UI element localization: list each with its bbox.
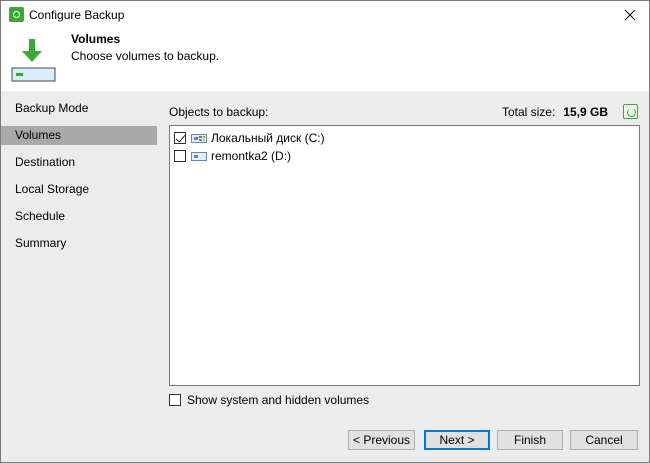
- system-drive-icon: [191, 133, 207, 143]
- drive-icon: [191, 151, 207, 161]
- title-bar: Configure Backup: [1, 1, 649, 28]
- total-size-label: Total size:: [501, 105, 556, 119]
- volumes-list[interactable]: Локальный диск (C:) remontka2 (D:): [169, 125, 640, 386]
- wizard-footer: < Previous Next > Finish Cancel: [1, 416, 649, 462]
- close-button[interactable]: [615, 1, 645, 28]
- sidebar-item-summary[interactable]: Summary: [1, 234, 157, 253]
- window-title: Configure Backup: [29, 8, 125, 22]
- header-subtitle: Choose volumes to backup.: [71, 49, 220, 63]
- sidebar-item-label: Backup Mode: [15, 101, 89, 115]
- sidebar-item-local-storage[interactable]: Local Storage: [1, 180, 157, 199]
- sidebar-item-label: Local Storage: [15, 182, 90, 196]
- sidebar-item-label: Schedule: [15, 209, 66, 223]
- sidebar-item-label: Summary: [15, 236, 67, 250]
- wizard-header: Volumes Choose volumes to backup.: [1, 28, 649, 91]
- finish-button[interactable]: Finish: [497, 430, 563, 450]
- volume-label: Локальный диск (C:): [211, 131, 325, 145]
- sidebar-item-backup-mode[interactable]: Backup Mode: [1, 99, 157, 118]
- volume-label: remontka2 (D:): [211, 149, 292, 163]
- wizard-steps-sidebar: Backup Mode Volumes Destination Local St…: [1, 91, 157, 416]
- next-button[interactable]: Next >: [424, 430, 490, 450]
- show-hidden-volumes-option[interactable]: Show system and hidden volumes: [169, 393, 369, 407]
- app-icon: [9, 7, 24, 22]
- volumes-panel: Objects to backup: Total size: 15,9 GB Ло…: [169, 91, 640, 416]
- previous-button[interactable]: < Previous: [348, 430, 415, 450]
- sidebar-item-schedule[interactable]: Schedule: [1, 207, 157, 226]
- backup-to-disk-icon: [11, 39, 56, 82]
- list-item[interactable]: remontka2 (D:): [174, 148, 291, 164]
- sidebar-item-label: Volumes: [15, 128, 62, 142]
- sidebar-item-volumes[interactable]: Volumes: [1, 126, 157, 145]
- close-icon: [624, 9, 636, 20]
- volume-checkbox[interactable]: [174, 150, 186, 162]
- configure-backup-window: Configure Backup Volumes Choose volumes …: [0, 0, 650, 463]
- sidebar-item-label: Destination: [15, 155, 76, 169]
- show-hidden-volumes-checkbox[interactable]: [169, 394, 181, 406]
- list-item[interactable]: Локальный диск (C:): [174, 130, 325, 146]
- header-title: Volumes: [71, 32, 121, 46]
- total-size-value: 15,9 GB: [563, 105, 608, 119]
- cancel-button[interactable]: Cancel: [570, 430, 638, 450]
- show-hidden-volumes-label: Show system and hidden volumes: [187, 393, 370, 407]
- wizard-body: Backup Mode Volumes Destination Local St…: [1, 91, 649, 416]
- objects-to-backup-label: Objects to backup:: [169, 105, 269, 119]
- refresh-icon[interactable]: [623, 104, 638, 119]
- volume-checkbox[interactable]: [174, 132, 186, 144]
- total-size: Total size: 15,9 GB: [502, 105, 608, 119]
- sidebar-item-destination[interactable]: Destination: [1, 153, 157, 172]
